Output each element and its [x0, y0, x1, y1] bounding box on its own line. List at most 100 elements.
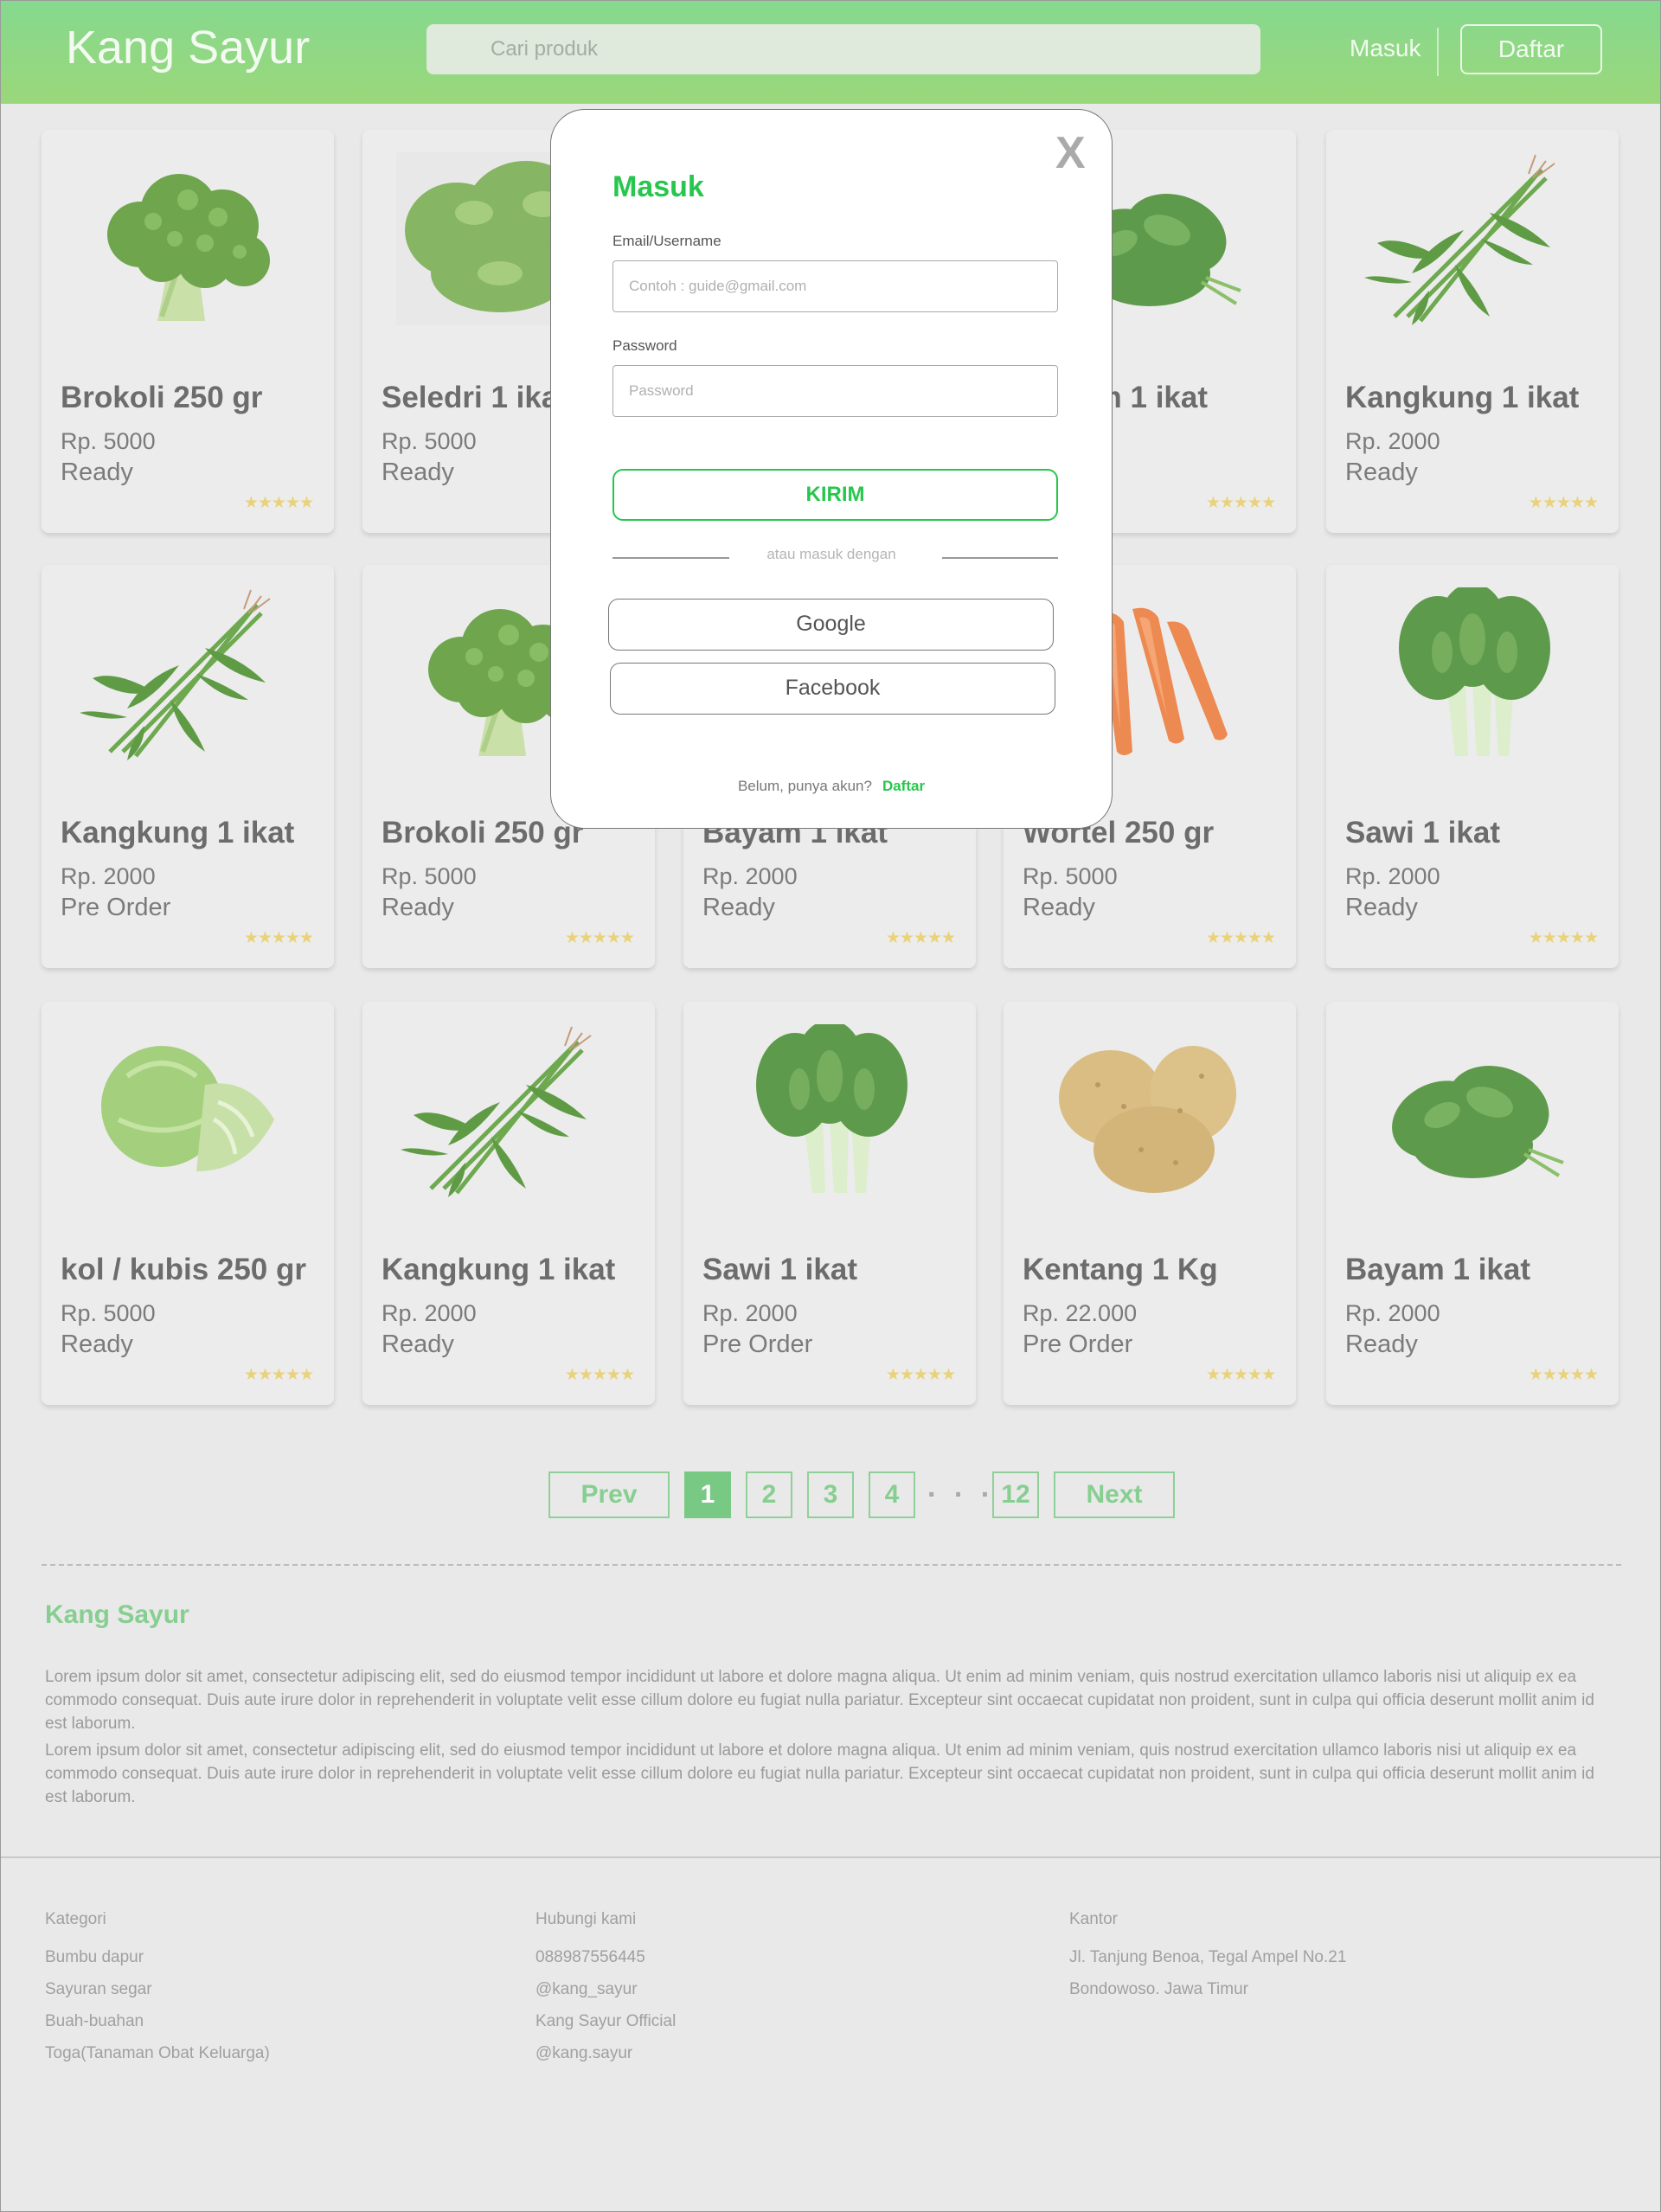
- rating-stars-icon: ★★★★★: [1205, 929, 1276, 947]
- product-card[interactable]: Kangkung 1 ikat Rp. 2000 Pre Order ★★★★★: [42, 565, 334, 968]
- footer-kantor-title: Kantor: [1069, 1910, 1118, 1928]
- no-account-text: Belum, punya akun?: [737, 778, 872, 794]
- product-status: Ready: [1023, 894, 1095, 921]
- product-card[interactable]: Sawi 1 ikat Rp. 2000 Ready ★★★★★: [1326, 565, 1619, 968]
- header-divider: [1437, 28, 1439, 76]
- product-status: Pre Order: [702, 1330, 813, 1358]
- water-spinach-image: [75, 587, 300, 760]
- search-input[interactable]: [426, 24, 1260, 74]
- facebook-login-button[interactable]: Facebook: [610, 663, 1055, 715]
- product-price: Rp. 5000: [61, 428, 156, 454]
- login-link[interactable]: Masuk: [1350, 35, 1421, 62]
- product-price: Rp. 2000: [61, 863, 156, 889]
- product-status: Ready: [1345, 894, 1418, 921]
- product-price: Rp. 22.000: [1023, 1300, 1138, 1326]
- prev-page-button[interactable]: Prev: [548, 1471, 670, 1518]
- password-label: Password: [612, 337, 677, 354]
- product-price: Rp. 5000: [382, 428, 477, 454]
- footer-link[interactable]: Sayuran segar: [45, 1978, 270, 2001]
- product-card[interactable]: Kentang 1 Kg Rp. 22.000 Pre Order ★★★★★: [1004, 1002, 1296, 1405]
- product-card[interactable]: Sawi 1 ikat Rp. 2000 Pre Order ★★★★★: [683, 1002, 976, 1405]
- google-login-button[interactable]: Google: [608, 599, 1054, 651]
- footer-kategori: Kategori Bumbu dapur Sayuran segar Buah-…: [45, 1910, 270, 2074]
- product-name: Sawi 1 ikat: [1345, 816, 1500, 850]
- product-status: Ready: [61, 458, 133, 486]
- product-price: Rp. 2000: [702, 863, 798, 889]
- password-field[interactable]: [612, 365, 1058, 417]
- page-12-button[interactable]: 12: [992, 1471, 1039, 1518]
- footer-hubungi: Hubungi kami 088987556445 @kang_sayur Ka…: [535, 1910, 676, 2074]
- brand-logo[interactable]: Kang Sayur: [66, 17, 310, 78]
- product-card[interactable]: Kangkung 1 ikat Rp. 2000 Ready ★★★★★: [1326, 130, 1619, 533]
- divider-line-right: [942, 557, 1058, 559]
- product-status: Ready: [1345, 1330, 1418, 1358]
- broccoli-image: [75, 152, 300, 325]
- product-name: Seledri 1 ikat: [382, 381, 568, 414]
- email-label: Email/Username: [612, 233, 721, 249]
- rating-stars-icon: ★★★★★: [243, 1366, 314, 1384]
- page-3-button[interactable]: 3: [807, 1471, 854, 1518]
- about-paragraph-1: Lorem ipsum dolor sit amet, consectetur …: [45, 1668, 1594, 1733]
- login-modal: X Masuk Email/Username Password KIRIM at…: [550, 109, 1113, 829]
- product-name: Kangkung 1 ikat: [382, 1253, 616, 1286]
- product-price: Rp. 2000: [382, 1300, 477, 1326]
- product-card[interactable]: kol / kubis 250 gr Rp. 5000 Ready ★★★★★: [42, 1002, 334, 1405]
- product-price: Rp. 5000: [1023, 863, 1118, 889]
- rating-stars-icon: ★★★★★: [1528, 1366, 1599, 1384]
- rating-stars-icon: ★★★★★: [1528, 494, 1599, 512]
- page-4-button[interactable]: 4: [869, 1471, 915, 1518]
- product-card[interactable]: Brokoli 250 gr Rp. 5000 Ready ★★★★★: [42, 130, 334, 533]
- footer-hubungi-title: Hubungi kami: [535, 1910, 637, 1928]
- rating-stars-icon: ★★★★★: [885, 1366, 956, 1384]
- product-name: Bayam 1 ikat: [1345, 1253, 1531, 1286]
- product-card[interactable]: Bayam 1 ikat Rp. 2000 Ready ★★★★★: [1326, 1002, 1619, 1405]
- footer-contact[interactable]: 088987556445: [535, 1946, 676, 1969]
- register-button[interactable]: Daftar: [1460, 24, 1602, 74]
- product-name: Kangkung 1 ikat: [1345, 381, 1580, 414]
- footer-address: Bondowoso. Jawa Timur: [1069, 1980, 1248, 1998]
- rating-stars-icon: ★★★★★: [1528, 929, 1599, 947]
- footer-link[interactable]: Buah-buahan: [45, 2010, 270, 2033]
- product-status: Pre Order: [61, 894, 171, 921]
- product-status: Ready: [382, 894, 454, 921]
- next-page-button[interactable]: Next: [1054, 1471, 1175, 1518]
- divider-text: atau masuk dengan: [766, 546, 896, 562]
- product-name: kol / kubis 250 gr: [61, 1253, 306, 1286]
- product-price: Rp. 2000: [1345, 1300, 1440, 1326]
- submit-button[interactable]: KIRIM: [612, 469, 1058, 521]
- close-icon[interactable]: X: [1055, 127, 1086, 179]
- top-navbar: Kang Sayur Masuk Daftar: [0, 0, 1661, 104]
- about-title: Kang Sayur: [45, 1600, 189, 1629]
- product-price: Rp. 2000: [1345, 863, 1440, 889]
- product-status: Ready: [382, 1330, 454, 1358]
- footer-link[interactable]: Bumbu dapur: [45, 1946, 270, 1969]
- about-paragraph-2: Lorem ipsum dolor sit amet, consectetur …: [45, 1741, 1594, 1806]
- email-field[interactable]: [612, 260, 1058, 312]
- rating-stars-icon: ★★★★★: [1205, 494, 1276, 512]
- water-spinach-image: [396, 1024, 621, 1197]
- page-1-button[interactable]: 1: [684, 1471, 731, 1518]
- rating-stars-icon: ★★★★★: [564, 1366, 635, 1384]
- product-name: Sawi 1 ikat: [702, 1253, 857, 1286]
- footer-contact[interactable]: @kang_sayur: [535, 1978, 676, 2001]
- product-price: Rp. 5000: [382, 863, 477, 889]
- product-name: Brokoli 250 gr: [382, 816, 584, 850]
- rating-stars-icon: ★★★★★: [1205, 1366, 1276, 1384]
- register-link[interactable]: Daftar: [882, 778, 925, 794]
- footer-divider: [0, 1856, 1661, 1858]
- footer-contact[interactable]: Kang Sayur Official: [535, 2010, 676, 2033]
- pagination-ellipsis: . . .: [927, 1471, 995, 1504]
- product-status: Pre Order: [1023, 1330, 1133, 1358]
- section-divider: [42, 1564, 1621, 1566]
- footer-contact[interactable]: @kang.sayur: [535, 2042, 676, 2065]
- product-status: Ready: [1345, 458, 1418, 486]
- footer-kategori-title: Kategori: [45, 1910, 106, 1928]
- product-name: Kentang 1 Kg: [1023, 1253, 1218, 1286]
- page-2-button[interactable]: 2: [746, 1471, 792, 1518]
- product-status: Ready: [61, 1330, 133, 1358]
- product-status: Ready: [382, 458, 454, 486]
- footer-link[interactable]: Toga(Tanaman Obat Keluarga): [45, 2042, 270, 2065]
- rating-stars-icon: ★★★★★: [243, 929, 314, 947]
- product-card[interactable]: Kangkung 1 ikat Rp. 2000 Ready ★★★★★: [362, 1002, 655, 1405]
- rating-stars-icon: ★★★★★: [564, 929, 635, 947]
